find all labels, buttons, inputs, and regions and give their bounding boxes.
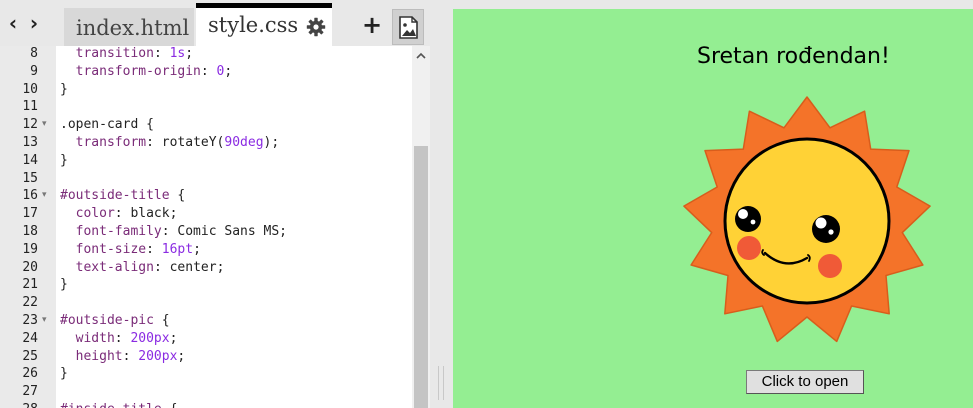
code-line[interactable]: transition: 1s;	[60, 46, 193, 63]
code-line[interactable]: }	[60, 152, 68, 170]
image-icon	[399, 16, 418, 39]
line-number: 14	[22, 152, 38, 168]
smiling-sun-image	[683, 96, 931, 343]
code-line[interactable]: font-size: 16pt;	[60, 241, 201, 259]
line-number: 23	[22, 313, 38, 328]
plus-icon[interactable]: +	[362, 13, 382, 37]
line-number: 26	[22, 366, 38, 382]
line-number: 18	[22, 224, 38, 239]
code-line[interactable]: color: black;	[60, 205, 178, 223]
gear-icon[interactable]	[306, 17, 326, 37]
line-number: 8	[30, 46, 38, 61]
code-line[interactable]: transform: rotateY(90deg);	[60, 134, 280, 152]
line-number: 10	[22, 81, 38, 97]
code-line[interactable]: height: 200px;	[60, 348, 186, 366]
click-to-open-button[interactable]: Click to open	[746, 370, 864, 394]
code-editor-pane: ‹ › index.html style.css + 8 9 10 11 12 …	[0, 0, 430, 408]
line-number-gutter: 8 9 10 11 12 ▾ 13 14 15 16 ▾ 17 18 19 20 21 22 23 ▾ 24 25 26 2…	[0, 46, 56, 408]
line-number: 17	[22, 206, 38, 222]
line-number: 22	[22, 295, 38, 311]
fold-arrow-icon[interactable]: ▾	[42, 187, 52, 205]
line-number: 27	[22, 384, 38, 400]
fold-arrow-icon[interactable]: ▾	[42, 116, 52, 134]
line-number: 25	[22, 348, 38, 364]
scroll-up-arrow-icon[interactable]	[416, 52, 426, 60]
image-button[interactable]	[392, 9, 424, 45]
line-number: 28	[0, 401, 38, 408]
code-line[interactable]: text-align: center;	[60, 259, 225, 277]
line-number: 13	[22, 135, 38, 150]
code-line[interactable]: .open-card {	[60, 116, 154, 134]
tab-index-html[interactable]: index.html	[64, 8, 194, 46]
code-line[interactable]: #outside-title {	[60, 187, 185, 205]
code-line[interactable]: }	[60, 81, 68, 99]
line-number: 20	[22, 259, 38, 275]
scrollbar-thumb[interactable]	[414, 146, 428, 408]
code-text-area[interactable]: transition: 1s; transform-origin: 0;} .op…	[56, 46, 412, 408]
code-line[interactable]: }	[60, 276, 68, 294]
fold-arrow-icon[interactable]: ▾	[42, 312, 52, 330]
line-number: 21	[22, 277, 38, 293]
pane-divider[interactable]	[430, 0, 453, 408]
editor-app: ‹ › index.html style.css + 8 9 10 11 12 …	[0, 0, 973, 408]
divider-grip-icon[interactable]	[438, 366, 444, 400]
outside-title: Sretan rođendan!	[697, 44, 890, 69]
code-line[interactable]: #inside-title {	[60, 401, 177, 408]
chevron-left-icon[interactable]: ‹	[5, 13, 21, 33]
line-number: 11	[22, 99, 38, 115]
line-number: 24	[22, 330, 38, 346]
preview-pane: Sretan rođendan! Click to open	[453, 9, 973, 408]
code-line[interactable]: font-family: Comic Sans MS;	[60, 223, 287, 241]
line-number: 15	[22, 170, 38, 186]
line-number: 9	[30, 63, 38, 79]
line-number: 12	[22, 117, 38, 133]
code-line[interactable]: width: 200px;	[60, 330, 178, 348]
tab-bar: ‹ › index.html style.css +	[0, 0, 430, 46]
code-line[interactable]: transform-origin: 0;	[60, 63, 233, 81]
chevron-right-icon[interactable]: ›	[26, 13, 42, 33]
code-line[interactable]: }	[60, 365, 68, 383]
editor-scrollbar[interactable]	[412, 46, 430, 408]
code-line[interactable]: #outside-pic {	[60, 312, 170, 330]
line-number: 19	[22, 241, 38, 257]
line-number: 16	[22, 188, 38, 204]
